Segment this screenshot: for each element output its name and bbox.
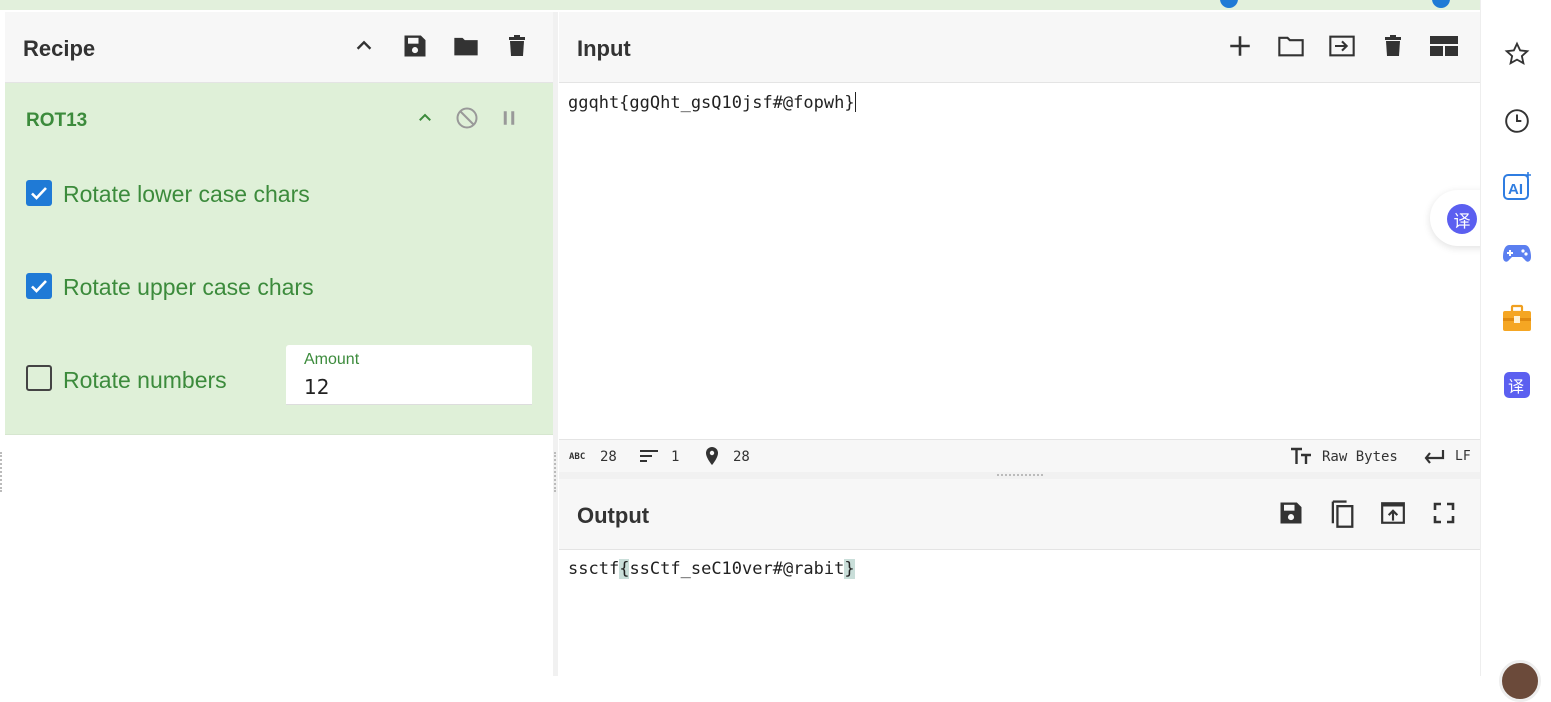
input-panel: Input ggqht{ggQht_gsQ10jsf#@fopwh} ABC 2… bbox=[559, 12, 1480, 473]
lines-icon bbox=[639, 448, 659, 468]
extension-sidebar: AI 译 bbox=[1480, 0, 1551, 702]
pause-operation-icon[interactable] bbox=[496, 105, 522, 131]
output-header: Output bbox=[559, 479, 1480, 550]
save-recipe-icon[interactable] bbox=[399, 30, 431, 62]
rotate-numbers-checkbox[interactable] bbox=[26, 365, 52, 391]
io-resizer[interactable] bbox=[559, 472, 1480, 479]
cursor-position: 28 bbox=[733, 449, 750, 465]
svg-text:译: 译 bbox=[1508, 377, 1524, 396]
output-title: Output bbox=[577, 503, 650, 528]
clear-input-trash-icon[interactable] bbox=[1377, 30, 1409, 62]
maximise-output-icon[interactable] bbox=[1428, 497, 1460, 529]
recipe-title: Recipe bbox=[23, 36, 96, 61]
collapse-icon[interactable] bbox=[348, 30, 380, 62]
rotate-upper-label: Rotate upper case chars bbox=[63, 274, 314, 300]
output-brace-close: } bbox=[844, 559, 855, 579]
translate-icon[interactable]: 译 bbox=[1502, 370, 1532, 400]
rotate-numbers-label: Rotate numbers bbox=[63, 367, 227, 393]
star-icon[interactable] bbox=[1502, 39, 1532, 69]
left-resize-grip[interactable] bbox=[0, 452, 4, 492]
amount-label: Amount bbox=[304, 351, 360, 368]
load-recipe-folder-icon[interactable] bbox=[450, 30, 482, 62]
operation-title: ROT13 bbox=[26, 110, 88, 131]
rotate-upper-checkbox[interactable] bbox=[26, 273, 52, 299]
save-output-icon[interactable] bbox=[1275, 497, 1307, 529]
output-text[interactable]: ssctf{ssCtf_seC10ver#@rabit} bbox=[568, 559, 855, 579]
input-header: Input bbox=[559, 12, 1480, 83]
font-size-icon[interactable] bbox=[1290, 447, 1312, 469]
line-count: 1 bbox=[671, 449, 680, 465]
input-status-bar: ABC 28 1 28 Raw Bytes LF bbox=[559, 439, 1480, 473]
rot13-operation[interactable]: ROT13 Rotate lower case chars Rotate upp… bbox=[5, 83, 553, 435]
recipe-panel: Recipe ROT13 Rotate lower case chars Rot… bbox=[5, 12, 553, 676]
output-text-middle: ssCtf_seC10ver#@rabit bbox=[629, 559, 845, 579]
output-text-prefix: ssctf bbox=[568, 559, 620, 579]
char-count: 28 bbox=[600, 449, 617, 465]
history-icon[interactable] bbox=[1502, 106, 1532, 136]
gamepad-icon[interactable] bbox=[1502, 238, 1532, 268]
position-pin-icon bbox=[704, 446, 720, 470]
clear-recipe-trash-icon[interactable] bbox=[501, 30, 533, 62]
rotate-lower-label: Rotate lower case chars bbox=[63, 181, 310, 207]
ai-icon[interactable]: AI bbox=[1502, 171, 1532, 201]
output-brace-open: { bbox=[619, 559, 630, 579]
encoding-selector[interactable]: Raw Bytes bbox=[1322, 449, 1398, 465]
open-file-folder-icon[interactable] bbox=[1275, 30, 1307, 62]
center-resize-grip[interactable] bbox=[554, 452, 558, 492]
open-folder-input-icon[interactable] bbox=[1326, 30, 1358, 62]
operation-collapse-icon[interactable] bbox=[412, 105, 438, 131]
rotate-lower-checkbox[interactable] bbox=[26, 180, 52, 206]
input-textarea[interactable]: ggqht{ggQht_gsQ10jsf#@fopwh} bbox=[568, 92, 856, 113]
settings-icon[interactable] bbox=[1220, 0, 1238, 8]
add-tab-plus-icon[interactable] bbox=[1224, 30, 1256, 62]
info-icon[interactable] bbox=[1432, 0, 1450, 8]
chars-abc-icon: ABC bbox=[569, 452, 586, 462]
disable-operation-icon[interactable] bbox=[454, 105, 480, 131]
replace-input-with-output-icon[interactable] bbox=[1377, 497, 1409, 529]
copy-output-icon[interactable] bbox=[1326, 497, 1358, 529]
eol-selector[interactable]: LF bbox=[1455, 449, 1471, 464]
input-text: ggqht{ggQht_gsQ10jsf#@fopwh} bbox=[568, 93, 855, 113]
svg-text:AI: AI bbox=[1508, 181, 1523, 198]
text-caret bbox=[854, 92, 856, 112]
eol-return-icon[interactable] bbox=[1423, 448, 1445, 468]
top-banner-strip bbox=[0, 0, 1480, 10]
toolbox-icon[interactable] bbox=[1502, 303, 1532, 333]
reset-layout-icon[interactable] bbox=[1428, 30, 1460, 62]
output-panel: Output ssctf{ssCtf_seC10ver#@rabit} bbox=[559, 479, 1480, 676]
amount-field[interactable]: Amount 12 bbox=[286, 345, 532, 405]
panel-resizer[interactable] bbox=[553, 12, 558, 676]
input-title: Input bbox=[577, 36, 631, 61]
avatar[interactable] bbox=[1499, 660, 1541, 702]
recipe-header: Recipe bbox=[5, 12, 553, 83]
translate-badge-icon: 译 bbox=[1447, 204, 1477, 234]
amount-value[interactable]: 12 bbox=[304, 375, 329, 399]
